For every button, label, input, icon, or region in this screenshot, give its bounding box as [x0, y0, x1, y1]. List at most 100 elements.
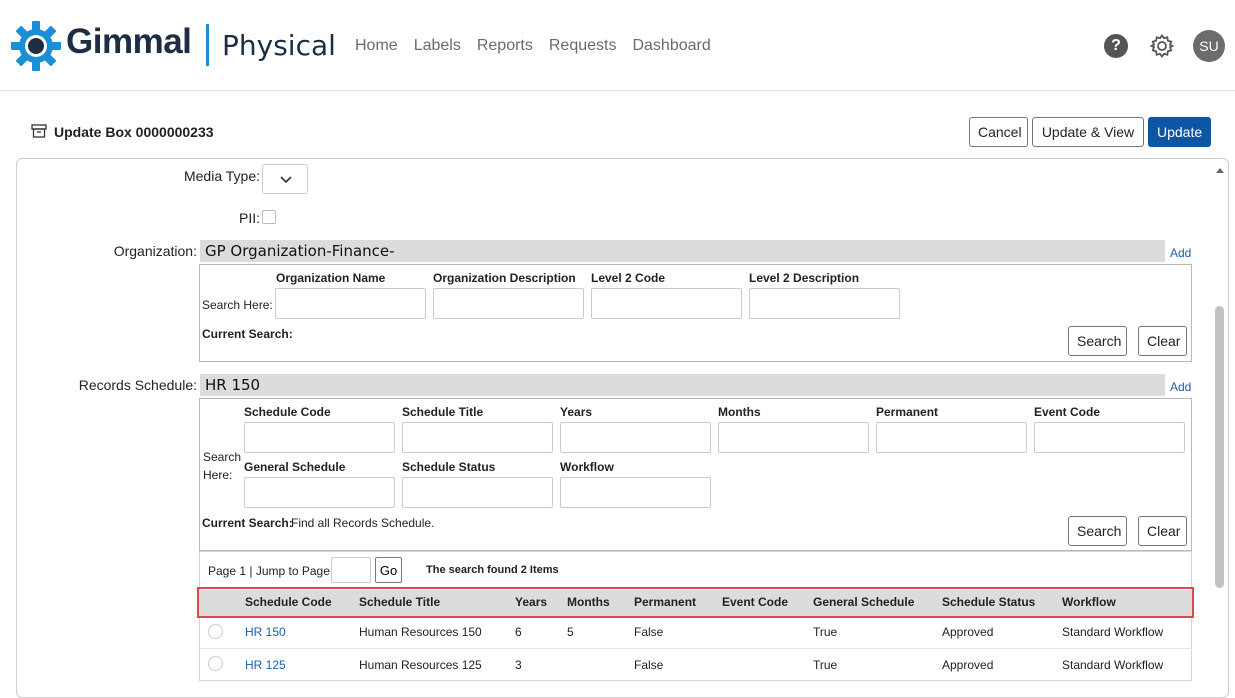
grid-col-permanent[interactable]: Permanent [634, 595, 696, 609]
go-button[interactable]: Go [375, 557, 402, 583]
row-schedule-title: Human Resources 150 [359, 625, 482, 639]
rs-col-general-schedule: General Schedule [244, 460, 346, 474]
grid-col-event-code[interactable]: Event Code [722, 595, 788, 609]
scroll-thumb[interactable] [1215, 306, 1224, 588]
org-search-button[interactable]: Search [1068, 326, 1127, 356]
pii-checkbox[interactable] [262, 210, 276, 224]
row-select-radio[interactable] [208, 624, 223, 639]
organization-label: Organization: [113, 243, 197, 259]
nav-requests[interactable]: Requests [549, 37, 617, 55]
org-col-description: Organization Description [433, 271, 576, 285]
org-description-input[interactable] [433, 288, 584, 319]
search-result-count: The search found 2 Items [426, 564, 559, 576]
row-workflow: Standard Workflow [1062, 658, 1164, 672]
rs-current-search-label: Current Search: [202, 516, 293, 530]
rs-months-input[interactable] [718, 422, 869, 453]
rs-col-workflow: Workflow [560, 460, 614, 474]
row-permanent: False [634, 625, 664, 639]
grid-col-schedule-title[interactable]: Schedule Title [359, 595, 440, 609]
rs-permanent-input[interactable] [876, 422, 1027, 453]
settings-gear-icon[interactable] [1149, 33, 1175, 59]
panel-scrollbar[interactable] [1212, 164, 1228, 694]
row-permanent: False [634, 658, 664, 672]
org-clear-button[interactable]: Clear [1138, 326, 1187, 356]
gimmal-gear-logo-icon [11, 21, 61, 71]
records-schedule-label: Records Schedule: [78, 377, 197, 393]
organization-value: GP Organization-Finance- [200, 240, 1165, 262]
row-schedule-code-link[interactable]: HR 125 [245, 658, 286, 672]
user-avatar[interactable]: SU [1193, 30, 1225, 62]
grid-col-schedule-code[interactable]: Schedule Code [245, 595, 332, 609]
org-name-input[interactable] [275, 288, 426, 319]
rs-col-permanent: Permanent [876, 405, 939, 419]
records-schedule-add-link[interactable]: Add [1170, 380, 1191, 394]
cancel-button[interactable]: Cancel [969, 117, 1028, 147]
org-current-search-label: Current Search: [202, 327, 293, 341]
rs-search-here-label-1: Search [203, 450, 242, 464]
rs-col-months: Months [718, 405, 761, 419]
org-level2-code-input[interactable] [591, 288, 742, 319]
organization-add-link[interactable]: Add [1170, 246, 1191, 260]
chevron-down-icon [280, 176, 292, 184]
org-col-name: Organization Name [276, 271, 386, 285]
rs-years-input[interactable] [560, 422, 711, 453]
row-years: 3 [515, 658, 522, 672]
pagination-text: Page 1 | Jump to Page: [208, 564, 334, 578]
brand-name: Gimmal [66, 22, 192, 61]
rs-schedule-status-input[interactable] [402, 477, 553, 508]
rs-schedule-title-input[interactable] [402, 422, 553, 453]
pii-label: PII: [238, 210, 260, 226]
update-button[interactable]: Update [1148, 117, 1211, 147]
grid-col-workflow[interactable]: Workflow [1062, 595, 1116, 609]
rs-event-code-input[interactable] [1034, 422, 1185, 453]
row-general-schedule: True [813, 658, 838, 672]
archive-box-icon [31, 124, 47, 138]
rs-col-event-code: Event Code [1034, 405, 1101, 419]
row-divider [199, 648, 1192, 649]
grid-col-years[interactable]: Years [515, 595, 547, 609]
row-years: 6 [515, 625, 522, 639]
page-title: Update Box 0000000233 [54, 124, 214, 140]
rs-col-schedule-title: Schedule Title [402, 405, 484, 419]
help-icon[interactable]: ? [1104, 34, 1128, 58]
grid-col-general-schedule[interactable]: General Schedule [813, 595, 914, 609]
grid-col-schedule-status[interactable]: Schedule Status [942, 595, 1035, 609]
row-workflow: Standard Workflow [1062, 625, 1164, 639]
org-col-level2-code: Level 2 Code [591, 271, 666, 285]
brand-divider [206, 24, 209, 66]
row-schedule-status: Approved [942, 625, 994, 639]
nav-labels[interactable]: Labels [414, 37, 461, 55]
rs-col-schedule-status: Schedule Status [402, 460, 496, 474]
row-general-schedule: True [813, 625, 838, 639]
main-nav: Home Labels Reports Requests Dashboard [355, 37, 727, 55]
jump-to-page-input[interactable] [331, 557, 371, 583]
rs-col-schedule-code: Schedule Code [244, 405, 331, 419]
rs-search-button[interactable]: Search [1068, 516, 1127, 546]
top-navbar: Gimmal Physical Home Labels Reports Requ… [0, 0, 1235, 91]
row-select-radio[interactable] [208, 656, 223, 671]
update-and-view-button[interactable]: Update & View [1032, 117, 1144, 147]
row-months: 5 [567, 625, 574, 639]
row-schedule-status: Approved [942, 658, 994, 672]
row-schedule-title: Human Resources 125 [359, 658, 482, 672]
rs-general-schedule-input[interactable] [244, 477, 395, 508]
media-type-label: Media Type: [183, 168, 260, 184]
row-schedule-code-link[interactable]: HR 150 [245, 625, 286, 639]
media-type-select[interactable] [262, 164, 308, 194]
product-name: Physical [222, 29, 336, 62]
nav-home[interactable]: Home [355, 37, 398, 55]
nav-dashboard[interactable]: Dashboard [632, 37, 710, 55]
org-level2-description-input[interactable] [749, 288, 900, 319]
rs-col-years: Years [560, 405, 593, 419]
org-search-here-label: Search Here: [202, 298, 273, 312]
nav-reports[interactable]: Reports [477, 37, 533, 55]
grid-col-months[interactable]: Months [567, 595, 610, 609]
org-col-level2-description: Level 2 Description [749, 271, 860, 285]
scroll-up-arrow-icon[interactable] [1216, 168, 1224, 173]
rs-workflow-input[interactable] [560, 477, 711, 508]
rs-search-here-label-2: Here: [203, 468, 233, 482]
rs-schedule-code-input[interactable] [244, 422, 395, 453]
rs-clear-button[interactable]: Clear [1138, 516, 1187, 546]
rs-current-search-value: Find all Records Schedule. [291, 516, 435, 530]
records-schedule-value: HR 150 [200, 374, 1165, 396]
